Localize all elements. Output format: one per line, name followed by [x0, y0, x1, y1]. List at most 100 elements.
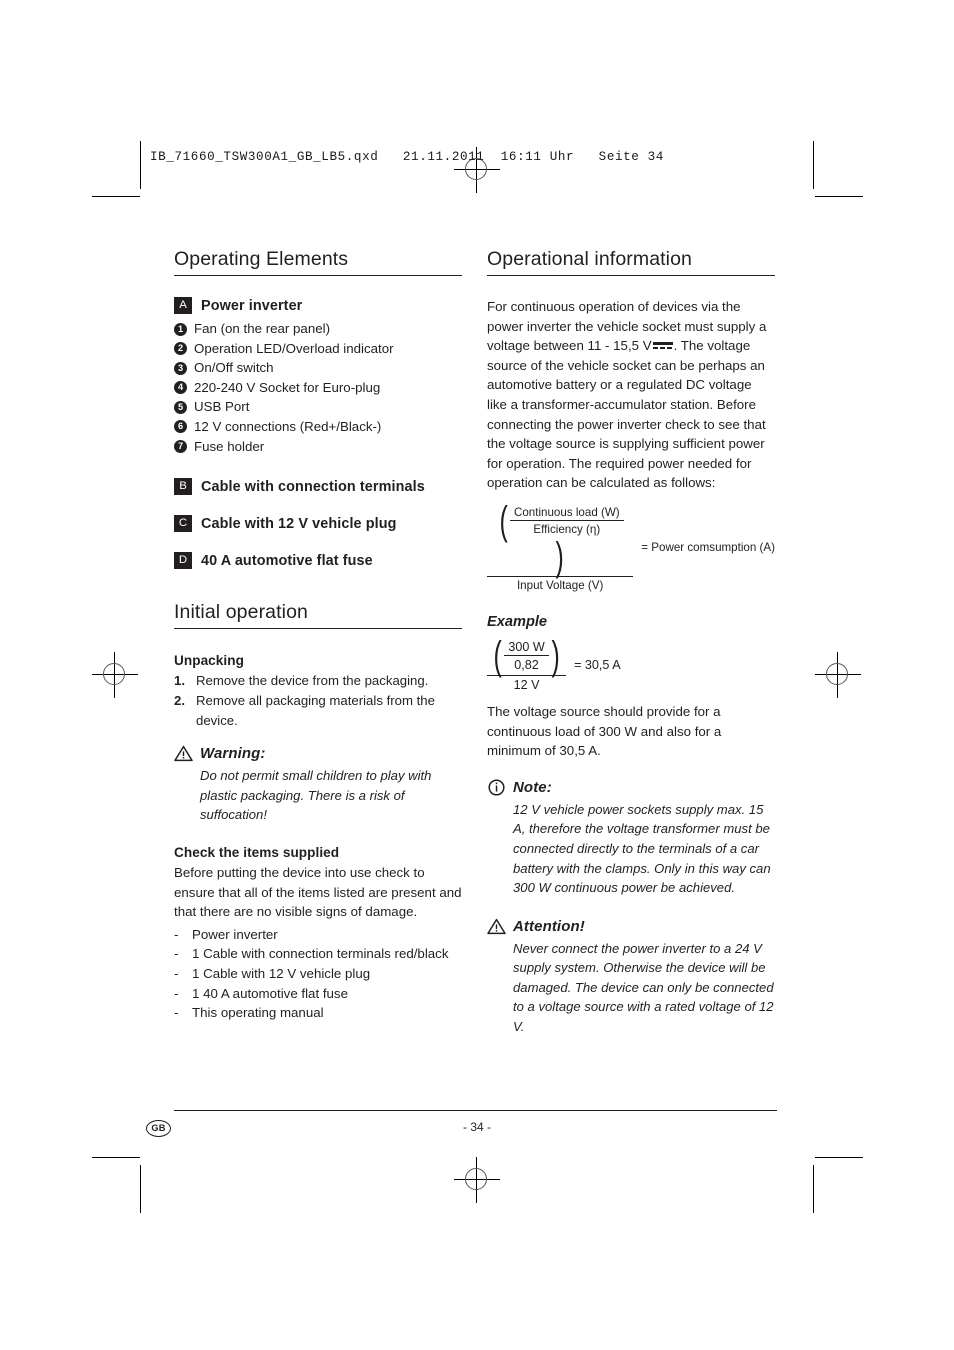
list-item-label: 220-240 V Socket for Euro-plug	[194, 379, 381, 395]
number-badge: 2	[174, 342, 187, 356]
left-paren: (	[499, 498, 508, 543]
right-paren: )	[551, 633, 560, 678]
example-result-value: = 30,5 A	[574, 657, 621, 672]
section-title-operational-information: Operational information	[487, 248, 692, 270]
group-c-label: Cable with 12 V vehicle plug	[201, 515, 397, 532]
list-item-label: 1 Cable with connection terminals red/bl…	[192, 946, 449, 962]
example-efficiency-value: 0,82	[514, 657, 539, 672]
list-item: - 1 40 A automotive flat fuse	[174, 984, 462, 1004]
warning-body: Do not permit small children to play wit…	[200, 768, 432, 823]
letter-badge-c: C	[174, 515, 192, 533]
number-badge: 6	[174, 420, 187, 434]
right-column: Operational information For continuous o…	[487, 248, 775, 1037]
power-consumption-formula: ( Continuous load (W) Efficiency (η) ) I…	[487, 498, 775, 592]
group-a-header: A Power inverter	[174, 297, 462, 314]
supplied-items-list: - Power inverter - 1 Cable with connecti…	[174, 925, 462, 1023]
dash-bullet: -	[174, 965, 179, 981]
section-title-initial-operation: Initial operation	[174, 601, 308, 624]
group-b-label: Cable with connection terminals	[201, 478, 425, 495]
number-badge: 1	[174, 322, 187, 336]
list-item: 1. Remove the device from the packaging.	[174, 671, 462, 691]
info-circle-icon	[487, 779, 506, 796]
dash-bullet: -	[174, 985, 179, 1001]
list-item: 7 Fuse holder	[174, 437, 462, 457]
list-item-label: Fan (on the rear panel)	[194, 321, 331, 336]
group-d-header: D 40 A automotive flat fuse	[174, 552, 462, 570]
step-text: Remove the device from the packaging.	[196, 673, 429, 689]
warning-title: Warning:	[200, 745, 266, 763]
check-items-intro: Before putting the device into use check…	[174, 864, 462, 920]
heading-check-items-supplied: Check the items supplied	[174, 844, 340, 860]
list-item: - This operating manual	[174, 1003, 462, 1023]
number-badge: 3	[174, 361, 187, 375]
list-item-label: 12 V connections (Red+/Black-)	[194, 418, 382, 434]
note-body: 12 V vehicle power sockets supply max. 1…	[513, 801, 771, 896]
list-item-label: On/Off switch	[194, 360, 274, 376]
note-callout-header: Note:	[487, 779, 775, 796]
document-page: Operating Elements A Power inverter 1 Fa…	[0, 0, 954, 1350]
left-paren: (	[493, 633, 502, 678]
warning-triangle-icon	[174, 745, 193, 762]
attention-body: Never connect the power inverter to a 24…	[513, 940, 774, 1035]
letter-badge-b: B	[174, 478, 192, 496]
formula-input-voltage: Input Voltage (V)	[516, 578, 604, 592]
list-item: 6 12 V connections (Red+/Black-)	[174, 417, 462, 437]
formula-numerator-group: ( Continuous load (W) Efficiency (η) )	[487, 498, 634, 577]
number-badge: 7	[174, 440, 187, 454]
list-item: 1 Fan (on the rear panel)	[174, 319, 462, 339]
formula-efficiency: Efficiency (η)	[533, 522, 601, 536]
unpacking-steps: 1. Remove the device from the packaging.…	[174, 671, 462, 731]
attention-title: Attention!	[513, 917, 585, 935]
example-fraction: ( 300 W 0,82 ) 12 V = 30,5 A	[487, 633, 621, 692]
list-item: 2. Remove all packaging materials from t…	[174, 691, 462, 731]
group-d-label: 40 A automotive flat fuse	[201, 552, 373, 569]
section-rule	[174, 275, 462, 276]
footer-divider	[174, 1110, 777, 1111]
group-c-header: C Cable with 12 V vehicle plug	[174, 515, 462, 533]
list-item: 3 On/Off switch	[174, 358, 462, 378]
attention-callout-header: Attention!	[487, 918, 775, 935]
example-outer-fraction: ( 300 W 0,82 ) 12 V	[487, 633, 567, 692]
formula-continuous-load: Continuous load (W)	[509, 506, 624, 521]
section-rule	[174, 628, 462, 630]
letter-badge-d: D	[174, 552, 192, 570]
list-item: 2 Operation LED/Overload indicator	[174, 339, 462, 359]
list-item: - Power inverter	[174, 925, 462, 945]
list-item: - 1 Cable with 12 V vehicle plug	[174, 964, 462, 984]
list-item-label: 1 Cable with 12 V vehicle plug	[192, 965, 371, 981]
operational-intro-part-2: . The voltage source of the vehicle sock…	[487, 338, 766, 491]
left-column: Operating Elements A Power inverter 1 Fa…	[174, 248, 462, 1023]
group-a-label: Power inverter	[201, 297, 303, 314]
list-item-label: Power inverter	[192, 926, 278, 942]
warning-triangle-icon	[487, 918, 506, 935]
formula-inner-fraction: Continuous load (W) Efficiency (η)	[509, 506, 624, 536]
list-item-label: This operating manual	[192, 1005, 324, 1021]
dc-voltage-icon	[652, 342, 673, 351]
number-badge: 4	[174, 381, 187, 395]
group-b-header: B Cable with connection terminals	[174, 478, 462, 496]
list-item: - 1 Cable with connection terminals red/…	[174, 944, 462, 964]
page-number: - 34 -	[462, 1120, 491, 1134]
power-inverter-parts-list: 1 Fan (on the rear panel) 2 Operation LE…	[174, 319, 462, 456]
example-inner-fraction: 300 W 0,82	[504, 640, 549, 672]
step-number: 1.	[174, 673, 185, 689]
list-item: 4 220-240 V Socket for Euro-plug	[174, 378, 462, 398]
number-badge: 5	[174, 400, 187, 414]
dash-bullet: -	[174, 946, 179, 962]
list-item-label: USB Port	[194, 399, 250, 415]
heading-unpacking: Unpacking	[174, 653, 244, 669]
example-voltage-value: 12 V	[513, 677, 540, 692]
section-title-operating-elements: Operating Elements	[174, 248, 349, 270]
letter-badge-a: A	[174, 297, 192, 314]
list-item-label: 1 40 A automotive flat fuse	[192, 985, 348, 1001]
formula-outer-fraction: ( Continuous load (W) Efficiency (η) ) I…	[487, 498, 634, 592]
example-formula: ( 300 W 0,82 ) 12 V = 30,5 A	[487, 633, 775, 692]
list-item-label: Operation LED/Overload indicator	[194, 340, 394, 356]
dash-bullet: -	[174, 1005, 179, 1021]
warning-callout-header: Warning:	[174, 745, 462, 762]
formula-fraction: ( Continuous load (W) Efficiency (η) ) I…	[487, 498, 775, 592]
list-item: 5 USB Port	[174, 397, 462, 417]
step-number: 2.	[174, 693, 185, 709]
operational-intro-paragraph: For continuous operation of devices via …	[487, 297, 775, 493]
list-item-label: Fuse holder	[194, 438, 265, 454]
